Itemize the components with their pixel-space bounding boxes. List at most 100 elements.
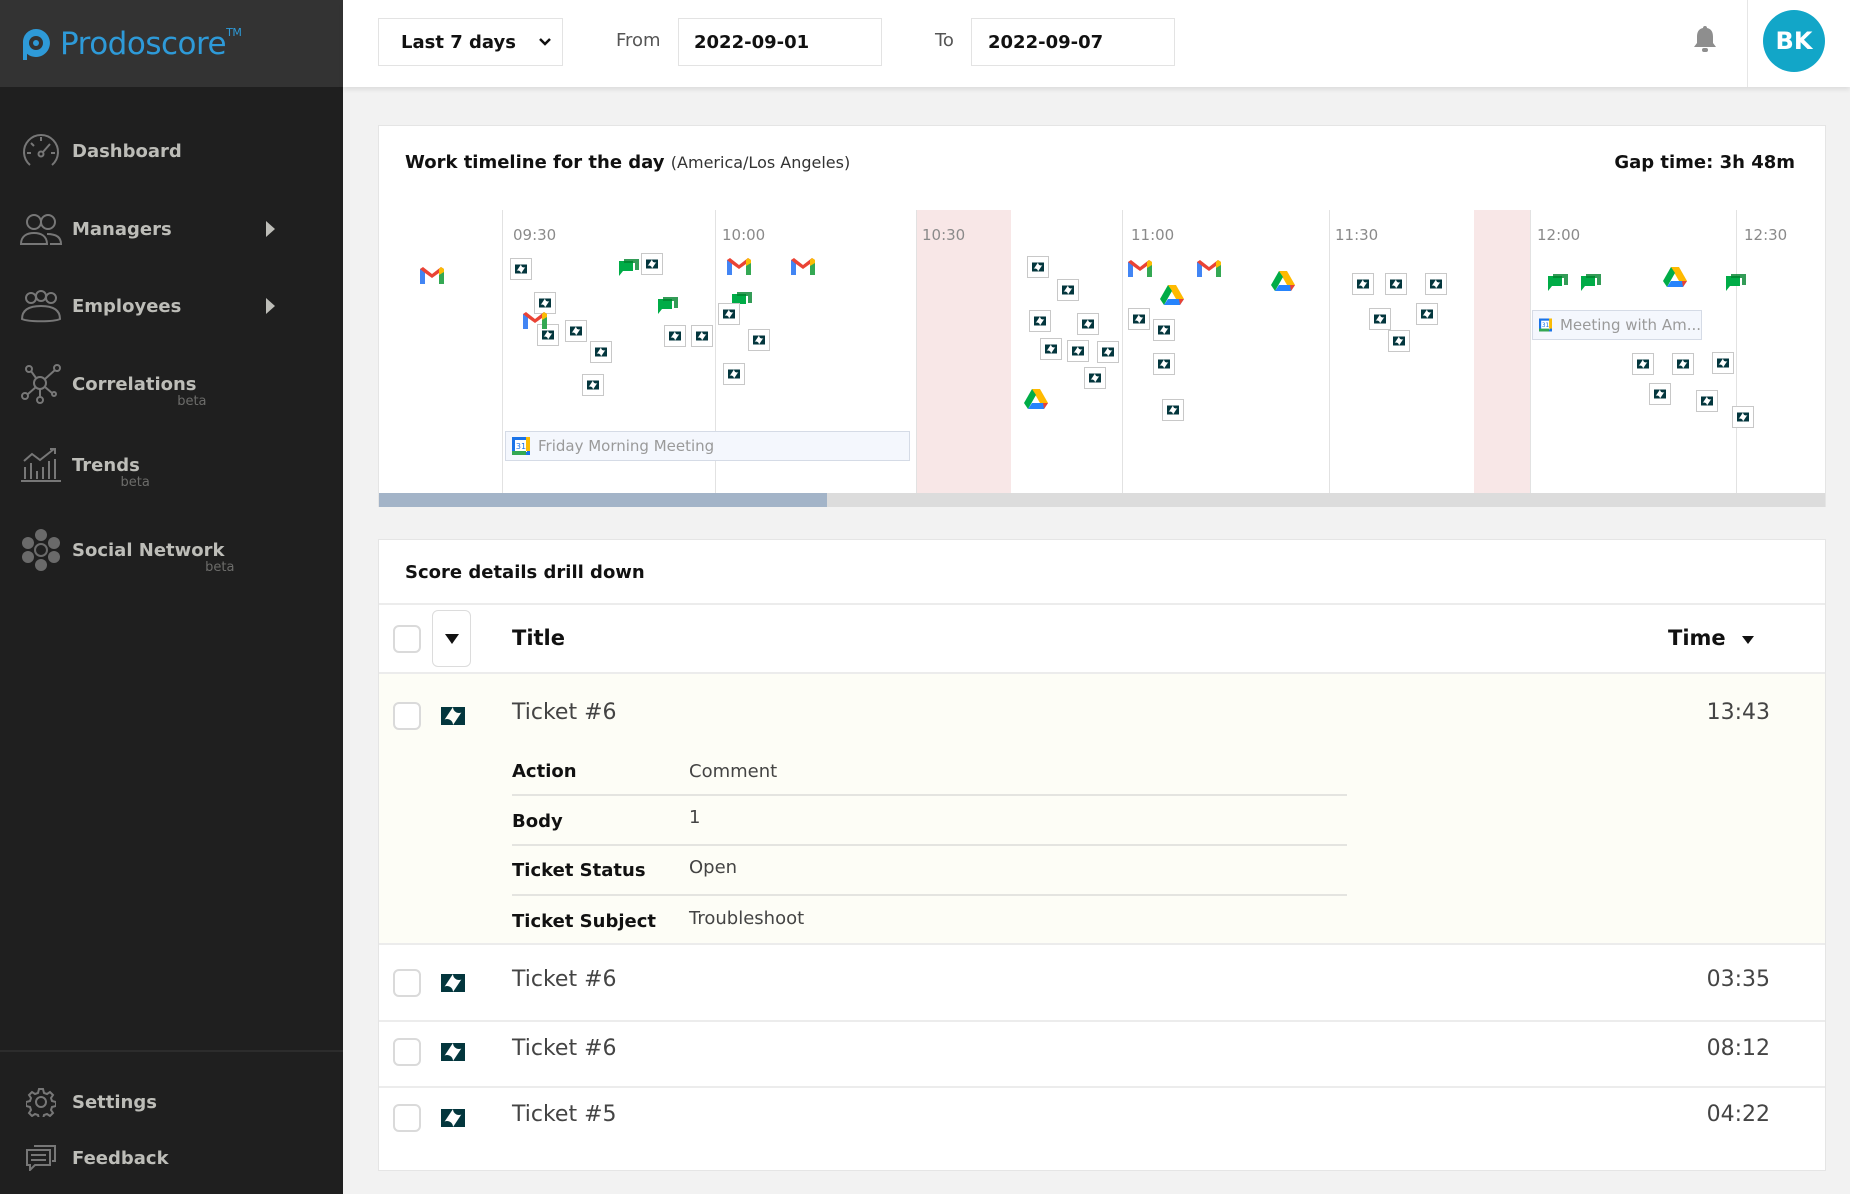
zendesk-icon[interactable] [590,341,612,363]
sidebar-item-label: Managers [72,218,172,240]
detail-divider [512,794,1347,796]
google-drive-icon[interactable] [1270,270,1295,292]
from-date-field[interactable]: 2022-09-01 [678,18,882,66]
sidebar-item-dashboard[interactable]: Dashboard [20,126,320,176]
zendesk-icon[interactable] [718,303,740,325]
sidebar-item-correlations[interactable]: Correlations beta [20,359,320,409]
calendar-meeting[interactable]: 31 Friday Morning Meeting [505,431,910,461]
zendesk-icon[interactable] [1084,367,1106,389]
calendar-meeting[interactable]: 31 Meeting with Am... [1532,310,1702,340]
sidebar-item-label: Correlations beta [72,374,207,409]
feedback-icon [20,1137,62,1179]
google-chat-icon[interactable] [656,295,678,317]
expand-all-toggle[interactable] [432,610,471,667]
zendesk-icon[interactable] [1067,340,1089,362]
gmail-icon[interactable] [1127,258,1152,280]
notification-bell-icon[interactable] [1693,24,1717,58]
chevron-down-icon [539,38,551,46]
zendesk-icon[interactable] [1732,406,1754,428]
sidebar-item-feedback[interactable]: Feedback [20,1133,320,1183]
user-avatar[interactable]: BK [1763,10,1825,72]
zendesk-icon[interactable] [582,374,604,396]
row-time: 04:22 [1706,1102,1770,1127]
sidebar-item-trends[interactable]: Trends beta [20,440,320,490]
timeline-area[interactable]: 09:30 10:00 10:30 11:00 11:30 12:00 12:3… [379,210,1825,493]
logo[interactable]: ProdoscoreTM [0,0,343,87]
zendesk-icon[interactable] [641,253,663,275]
zendesk-icon[interactable] [1425,273,1447,295]
row-checkbox[interactable] [393,969,421,997]
google-chat-icon[interactable] [1724,272,1746,294]
google-chat-icon[interactable] [617,257,639,279]
sidebar-item-settings[interactable]: Settings [20,1077,320,1127]
zendesk-icon[interactable] [1352,273,1374,295]
gmail-icon[interactable] [790,256,815,278]
managers-expand-arrow-icon[interactable] [266,221,275,237]
table-row[interactable]: Ticket #5 04:22 [379,1088,1825,1168]
gmail-icon[interactable] [419,265,444,287]
tick-line [916,210,917,493]
zendesk-icon[interactable] [510,258,532,280]
zendesk-icon[interactable] [1649,383,1671,405]
google-drive-icon[interactable] [1662,266,1687,288]
row-checkbox[interactable] [393,1038,421,1066]
zendesk-icon[interactable] [723,363,745,385]
zendesk-icon[interactable] [1128,308,1150,330]
timeline-timezone: (America/Los Angeles) [670,153,851,172]
gmail-icon[interactable] [1196,258,1221,280]
trademark: TM [226,25,242,39]
zendesk-icon[interactable] [1696,390,1718,412]
zendesk-icon[interactable] [1097,341,1119,363]
gap-region [1474,210,1530,493]
zendesk-icon[interactable] [1153,353,1175,375]
detail-value: Open [689,857,738,878]
row-checkbox[interactable] [393,1104,421,1132]
zendesk-icon[interactable] [1057,279,1079,301]
zendesk-icon[interactable] [748,329,770,351]
zendesk-icon[interactable] [1162,399,1184,421]
sidebar-item-employees[interactable]: Employees [20,281,320,331]
date-range-select[interactable]: Last 7 days [378,18,563,66]
zendesk-icon[interactable] [1027,256,1049,278]
prodoscore-logo-icon [22,28,50,60]
zendesk-icon[interactable] [1040,338,1062,360]
google-chat-icon[interactable] [1579,272,1601,294]
zendesk-icon[interactable] [1388,330,1410,352]
zendesk-icon[interactable] [1632,353,1654,375]
table-row-expanded[interactable]: Ticket #6 13:43 Action Comment Body 1 Ti… [379,674,1825,944]
tick-label: 10:30 [922,226,966,244]
sidebar-item-label: Employees [72,295,182,317]
table-row[interactable]: Ticket #6 03:35 [379,945,1825,1020]
column-header-time[interactable]: Time [1668,626,1755,650]
sidebar-item-managers[interactable]: Managers [20,204,320,254]
meeting-title: Friday Morning Meeting [538,437,715,455]
zendesk-icon[interactable] [1416,303,1438,325]
zendesk-icon[interactable] [691,325,713,347]
employees-expand-arrow-icon[interactable] [266,298,275,314]
zendesk-icon[interactable] [1077,313,1099,335]
employees-icon [20,285,62,327]
zendesk-icon[interactable] [1369,308,1391,330]
zendesk-icon[interactable] [1672,353,1694,375]
gmail-icon[interactable] [726,256,751,278]
google-drive-icon[interactable] [1023,388,1048,410]
zendesk-icon[interactable] [565,320,587,342]
zendesk-icon[interactable] [1385,273,1407,295]
select-all-checkbox[interactable] [393,625,421,653]
table-row[interactable]: Ticket #6 08:12 [379,1022,1825,1086]
sidebar-item-social-network[interactable]: Social Network beta [20,525,320,575]
scrollbar-thumb[interactable] [379,493,828,507]
row-checkbox[interactable] [393,702,421,730]
gmail-icon[interactable] [522,310,547,332]
timeline-scrollbar[interactable] [379,493,1825,507]
column-header-title[interactable]: Title [512,626,565,650]
to-date-field[interactable]: 2022-09-07 [971,18,1175,66]
detail-value: Comment [689,761,778,782]
zendesk-icon[interactable] [664,325,686,347]
zendesk-icon[interactable] [1153,319,1175,341]
google-chat-icon[interactable] [1546,272,1568,294]
sidebar-item-label: Social Network beta [72,540,234,575]
zendesk-icon[interactable] [1712,352,1734,374]
zendesk-icon[interactable] [1029,310,1051,332]
google-drive-icon[interactable] [1159,284,1184,306]
